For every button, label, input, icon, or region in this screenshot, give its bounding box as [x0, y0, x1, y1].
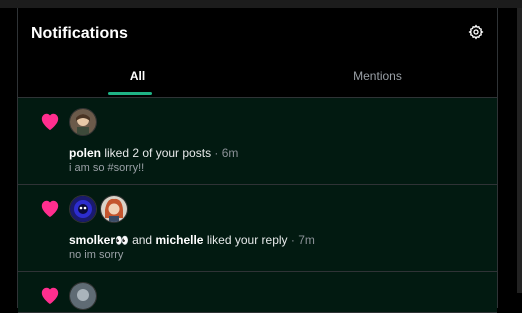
scrollbar[interactable]	[517, 8, 522, 293]
tab-all[interactable]: All	[18, 60, 257, 97]
tab-mentions[interactable]: Mentions	[258, 60, 497, 97]
action-text: liked 2 of your posts	[104, 146, 212, 160]
post-preview[interactable]: i am so #sorry!!	[69, 162, 144, 174]
heart-icon	[41, 113, 59, 131]
avatar[interactable]	[69, 282, 97, 310]
joiner-text: and	[132, 233, 153, 247]
action-text: liked your reply	[206, 233, 288, 247]
notification-item[interactable]: polen liked 2 of your posts · 6m i am so…	[18, 98, 497, 185]
timestamp: · 7m	[290, 233, 315, 247]
top-bar	[0, 0, 522, 8]
tab-bar: All Mentions	[18, 60, 497, 98]
heart-icon	[41, 200, 59, 218]
notification-item[interactable]: smolker👀 and michelle liked your reply ·…	[18, 185, 497, 272]
tab-mentions-label: Mentions	[353, 69, 402, 83]
heart-icon	[41, 287, 59, 305]
notification-text: smolker👀 and michelle liked your reply ·…	[69, 233, 315, 247]
user-link[interactable]: smolker	[69, 233, 115, 247]
avatar-michelle[interactable]	[100, 195, 128, 223]
header: Notifications	[18, 8, 497, 60]
active-tab-indicator	[108, 92, 152, 95]
user-link[interactable]: polen	[69, 146, 101, 160]
settings-gear-icon[interactable]	[468, 24, 484, 40]
avatar-smolker[interactable]	[69, 195, 97, 223]
notification-text: polen liked 2 of your posts · 6m	[69, 146, 238, 160]
eyes-emoji: 👀	[115, 235, 129, 247]
notifications-panel: Notifications All Mentions polen liked 2…	[17, 8, 498, 313]
post-preview[interactable]: no im sorry	[69, 249, 123, 261]
avatar-polen[interactable]	[69, 108, 97, 136]
page-title: Notifications	[31, 25, 128, 42]
user-link[interactable]: michelle	[155, 233, 203, 247]
tab-all-label: All	[129, 69, 146, 83]
timestamp: · 6m	[214, 146, 239, 160]
